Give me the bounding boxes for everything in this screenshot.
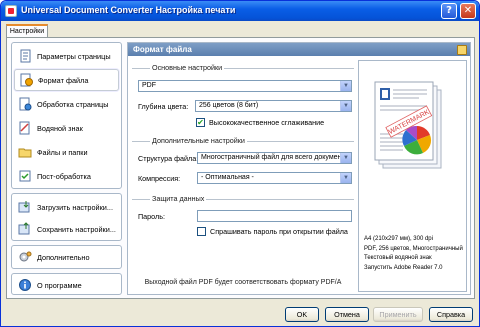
sidebar-item-files-folders[interactable]: Файлы и папки bbox=[14, 141, 119, 163]
section-header: Формат файла bbox=[128, 43, 470, 56]
sidebar-item-load-settings[interactable]: Загрузить настройки... bbox=[14, 196, 119, 218]
structure-select[interactable]: Многостраничный файл для всего документа… bbox=[197, 152, 352, 164]
save-settings-icon bbox=[18, 222, 32, 236]
preview-pane: WATERMARK A4 (210x297 мм), 300 dpi PDF, … bbox=[358, 60, 467, 292]
apply-button[interactable]: Применить bbox=[373, 307, 423, 322]
preview-info-size: A4 (210x297 мм), 300 dpi bbox=[364, 236, 433, 242]
sidebar-item-advanced[interactable]: Дополнительно bbox=[14, 246, 119, 268]
sidebar-group-advanced: Дополнительно bbox=[11, 245, 122, 269]
document-preview-image: WATERMARK bbox=[374, 81, 442, 169]
section-title: Формат файла bbox=[133, 45, 192, 54]
smoothing-label: Высококачественное сглаживание bbox=[209, 118, 325, 127]
sidebar-item-post-processing[interactable]: Пост-обработка bbox=[14, 165, 119, 187]
sidebar-item-about[interactable]: О программе bbox=[14, 274, 119, 296]
basic-settings-group: Основные настройки bbox=[132, 63, 354, 73]
chevron-down-icon[interactable]: ▼ bbox=[340, 153, 351, 163]
structure-label: Структура файла: bbox=[138, 154, 199, 163]
format-select-value: PDF bbox=[142, 82, 156, 89]
sidebar-item-page-settings[interactable]: Параметры страницы bbox=[14, 45, 119, 67]
format-select[interactable]: PDF ▼ bbox=[138, 80, 352, 92]
sidebar-item-label: Загрузить настройки... bbox=[37, 202, 113, 212]
settings-panel: Параметры страницы Формат файла Обработк… bbox=[6, 37, 475, 299]
preview-info-format: PDF, 256 цветов, Многостраничный bbox=[364, 246, 463, 252]
sidebar-item-label: Файлы и папки bbox=[37, 147, 88, 157]
advanced-icon bbox=[18, 250, 32, 264]
sidebar-item-label: Обработка страницы bbox=[37, 99, 109, 109]
color-depth-label: Глубина цвета: bbox=[138, 102, 189, 111]
help-button[interactable]: Справка bbox=[429, 307, 473, 322]
post-processing-icon bbox=[18, 169, 32, 183]
sidebar-group-settings-io: Загрузить настройки... Сохранить настрой… bbox=[11, 193, 122, 241]
data-protection-group: Защита данных bbox=[132, 194, 354, 204]
load-settings-icon bbox=[18, 200, 32, 214]
sidebar-item-label: Дополнительно bbox=[37, 252, 90, 262]
page-settings-icon bbox=[18, 49, 32, 63]
preview-info-watermark: Текстовый водяной знак bbox=[364, 255, 432, 261]
close-button[interactable]: ✕ bbox=[460, 3, 476, 19]
app-icon bbox=[5, 5, 17, 17]
data-protection-title: Защита данных bbox=[150, 194, 207, 203]
sidebar-item-watermark[interactable]: Водяной знак bbox=[14, 117, 119, 139]
compression-value: - Оптимальная - bbox=[201, 174, 254, 181]
extra-settings-title: Дополнительные настройки bbox=[150, 136, 247, 145]
compression-label: Компрессия: bbox=[138, 174, 181, 183]
folder-icon bbox=[18, 145, 32, 159]
watermark-icon bbox=[18, 121, 32, 135]
help-title-button[interactable]: ? bbox=[441, 3, 457, 19]
structure-value: Многостраничный файл для всего документа bbox=[201, 154, 349, 161]
sidebar-item-label: Водяной знак bbox=[37, 123, 83, 133]
basic-settings-title: Основные настройки bbox=[150, 63, 225, 72]
sidebar-item-label: Пост-обработка bbox=[37, 171, 91, 181]
password-field[interactable] bbox=[197, 210, 352, 222]
title-bar[interactable]: Universal Document Converter Настройка п… bbox=[1, 1, 479, 21]
sidebar-group-main: Параметры страницы Формат файла Обработк… bbox=[11, 42, 122, 189]
password-label: Пароль: bbox=[138, 212, 165, 221]
color-depth-select[interactable]: 256 цветов (8 бит) ▼ bbox=[195, 100, 352, 112]
ok-button[interactable]: OK bbox=[285, 307, 319, 322]
sidebar-item-label: Формат файла bbox=[38, 75, 89, 85]
about-icon bbox=[18, 278, 32, 292]
sidebar-item-save-settings[interactable]: Сохранить настройки... bbox=[14, 218, 119, 240]
chevron-down-icon[interactable]: ▼ bbox=[340, 101, 351, 111]
extra-settings-group: Дополнительные настройки bbox=[132, 136, 354, 146]
format-form: Основные настройки PDF ▼ Глубина цвета: … bbox=[132, 60, 354, 292]
folder-help-icon[interactable] bbox=[457, 45, 467, 55]
pdfa-note: Выходной файл PDF будет соответствовать … bbox=[144, 279, 342, 286]
sidebar-item-page-processing[interactable]: Обработка страницы bbox=[14, 93, 119, 115]
ask-password-label: Спрашивать пароль при открытии файла bbox=[210, 227, 348, 236]
ask-password-checkbox[interactable] bbox=[197, 227, 206, 236]
sidebar-group-about: О программе bbox=[11, 273, 122, 295]
file-format-icon bbox=[19, 73, 33, 87]
tab-settings[interactable]: Настройки bbox=[6, 24, 48, 38]
sidebar-item-label: О программе bbox=[37, 280, 82, 290]
chevron-down-icon[interactable]: ▼ bbox=[340, 81, 351, 91]
content-area: Формат файла Основные настройки PDF ▼ Гл… bbox=[127, 42, 471, 295]
sidebar: Параметры страницы Формат файла Обработк… bbox=[11, 42, 122, 295]
compression-select[interactable]: - Оптимальная - ▼ bbox=[197, 172, 352, 184]
preview-info-launch: Запустить Adobe Reader 7.0 bbox=[364, 265, 443, 271]
print-settings-window: Universal Document Converter Настройка п… bbox=[0, 0, 480, 327]
color-depth-value: 256 цветов (8 бит) bbox=[199, 102, 259, 109]
sidebar-item-file-format[interactable]: Формат файла bbox=[14, 69, 119, 91]
sidebar-item-label: Сохранить настройки... bbox=[37, 224, 116, 234]
cancel-button[interactable]: Отмена bbox=[325, 307, 369, 322]
chevron-down-icon[interactable]: ▼ bbox=[340, 173, 351, 183]
smoothing-checkbox[interactable]: ✔ bbox=[196, 118, 205, 127]
window-title: Universal Document Converter Настройка п… bbox=[21, 5, 236, 15]
page-processing-icon bbox=[18, 97, 32, 111]
sidebar-item-label: Параметры страницы bbox=[37, 51, 111, 61]
